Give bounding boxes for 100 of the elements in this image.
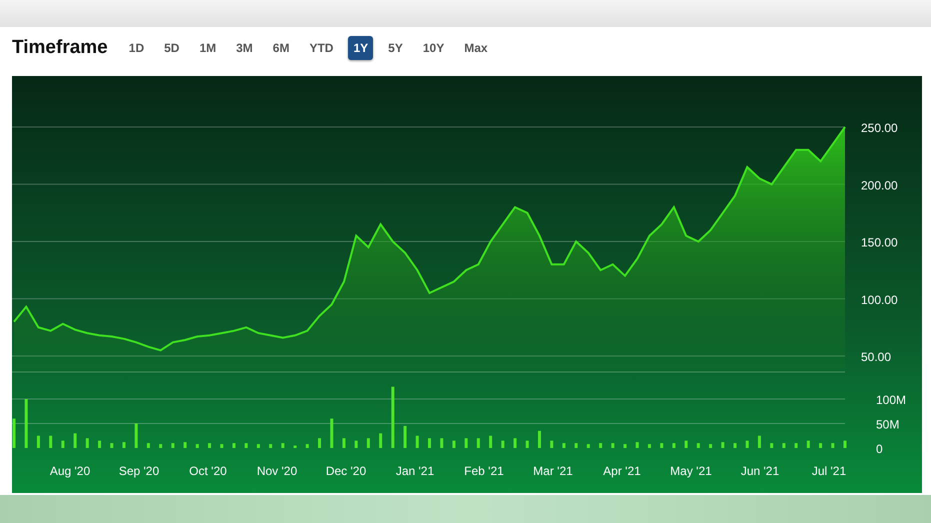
volume-bar [12, 418, 16, 448]
timeframe-tab[interactable]: 10Y [418, 36, 450, 60]
volume-bar [819, 443, 822, 448]
volume-bar [696, 443, 700, 448]
volume-bar [110, 443, 114, 448]
volume-bar [86, 438, 89, 448]
volume-bar [758, 436, 761, 448]
volume-bar [330, 418, 334, 448]
volume-bar [49, 436, 52, 448]
volume-bar [648, 444, 651, 448]
volume-bar [146, 443, 150, 448]
axis-label: Aug '20 [50, 464, 90, 478]
volume-bar [586, 444, 590, 448]
volume-bar [61, 440, 64, 448]
timeframe-tab[interactable]: 3M [231, 36, 258, 60]
volume-bar [538, 430, 541, 448]
timeframe-tab[interactable]: Max [459, 36, 493, 60]
volume-bar [391, 386, 394, 448]
volume-bar [232, 443, 236, 448]
timeframe-title: Timeframe [12, 37, 108, 59]
volume-bar [379, 433, 382, 448]
volume-bar [624, 444, 627, 448]
timeframe-tab[interactable]: 1M [194, 36, 222, 60]
volume-bar [404, 426, 407, 448]
axis-label: 0 [876, 442, 883, 456]
axis-label: Dec '20 [326, 464, 366, 478]
timeframe-tab[interactable]: 5Y [383, 36, 408, 60]
axis-label: 50M [876, 418, 900, 432]
volume-bar [660, 443, 664, 448]
volume-bar [709, 444, 712, 448]
volume-bar [770, 443, 774, 448]
volume-bar [501, 440, 504, 448]
volume-bar [196, 444, 199, 448]
volume-bar [452, 440, 456, 448]
volume-bar [672, 443, 676, 448]
volume-bar [782, 443, 786, 448]
timeframe-tab[interactable]: 5D [159, 36, 184, 60]
volume-bar [684, 440, 688, 448]
volume-bar [611, 443, 614, 448]
volume-bar [746, 440, 749, 448]
volume-bar [526, 440, 529, 448]
volume-bar [794, 443, 798, 448]
axis-label: Sep '20 [118, 464, 160, 478]
volume-bar [171, 443, 174, 448]
volume-bar [844, 440, 846, 448]
volume-bar [721, 442, 724, 448]
axis-label: Jan '21 [396, 464, 434, 478]
volume-bar [220, 444, 224, 448]
timeframe-tab[interactable]: 1Y [348, 36, 374, 60]
volume-bar [599, 443, 602, 448]
volume-bar [440, 438, 444, 448]
axis-label: Feb '21 [464, 464, 504, 478]
volume-bar [354, 440, 358, 448]
volume-bar [24, 399, 28, 448]
axis-label: 250.00 [861, 121, 898, 135]
volume-bar [306, 444, 309, 448]
volume-bar [734, 443, 737, 448]
volume-bar [514, 438, 517, 448]
volume-bar [244, 443, 248, 448]
volume-bar [464, 438, 468, 448]
volume-bar [416, 436, 419, 448]
axis-label: 200.00 [861, 178, 898, 192]
volume-bar [269, 444, 272, 448]
volume-bar [159, 444, 162, 448]
timeframe-tab[interactable]: 6M [268, 36, 294, 60]
axis-label: May '21 [670, 464, 712, 478]
volume-bar [36, 436, 40, 448]
axis-label: Apr '21 [603, 464, 641, 478]
axis-label: Nov '20 [256, 464, 298, 478]
volume-bar [134, 424, 138, 448]
axis-label: Jul '21 [812, 464, 846, 478]
volume-bar [122, 442, 126, 448]
volume-bar [636, 442, 639, 448]
axis-label: 100M [876, 393, 906, 407]
volume-bar [476, 438, 480, 448]
volume-bar [294, 446, 297, 448]
volume-bar [281, 443, 284, 448]
volume-bar [318, 438, 322, 448]
volume-bar [256, 444, 260, 448]
axis-label: Mar '21 [533, 464, 573, 478]
volume-bar [208, 443, 212, 448]
volume-bar [366, 438, 370, 448]
axis-label: 100.00 [861, 292, 898, 307]
volume-bar [489, 436, 492, 448]
volume-bar [806, 440, 810, 448]
axis-label: 50.00 [861, 350, 892, 364]
volume-bar [98, 440, 102, 448]
timeframe-tab[interactable]: YTD [304, 36, 338, 60]
axis-label: 150.00 [861, 236, 898, 250]
volume-bar [574, 443, 578, 448]
volume-bar [74, 433, 77, 448]
volume-bar [831, 443, 834, 448]
volume-bar [184, 442, 187, 448]
volume-bar [342, 438, 346, 448]
volume-bar [428, 438, 431, 448]
axis-label: Oct '20 [189, 464, 227, 478]
timeframe-tab[interactable]: 1D [124, 36, 150, 60]
volume-bar [562, 443, 566, 448]
axis-label: Jun '21 [740, 464, 780, 478]
volume-bar [550, 440, 554, 448]
